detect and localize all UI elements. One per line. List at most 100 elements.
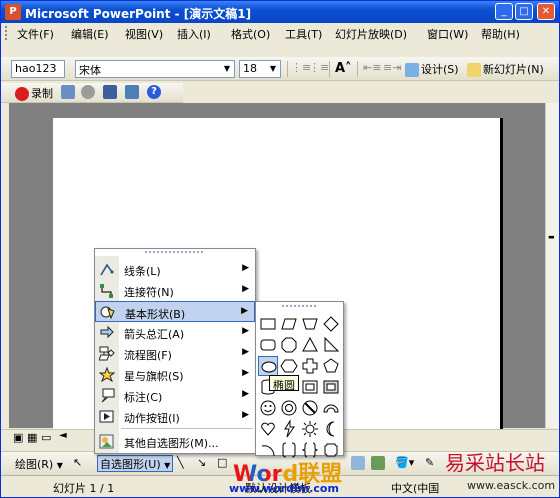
toolbar-separator (329, 61, 330, 77)
insert-image-icon[interactable] (371, 456, 387, 472)
help-icon[interactable]: ? (147, 85, 163, 101)
font-size-combo[interactable]: 18 ▼ (239, 60, 281, 78)
oval-shape-icon[interactable] (258, 356, 278, 376)
autoshapes-label: 自选图形(U) (100, 458, 161, 471)
draw-menu-button[interactable]: 绘图(R) ▼ (15, 456, 63, 472)
design-button[interactable]: 设计(S) (405, 61, 459, 77)
menu-item-lines[interactable]: 线条(L) ▶ (95, 259, 255, 280)
pentagon-shape-icon[interactable] (321, 356, 341, 376)
heart-shape-icon[interactable] (258, 419, 278, 439)
chevron-down-icon[interactable]: ▼ (267, 62, 279, 76)
menu-item-label: 标注(C) (124, 391, 163, 404)
new-slide-icon (467, 63, 481, 77)
menu-item-label: 箭头总汇(A) (124, 328, 185, 341)
menu-format[interactable]: 格式(O) (231, 26, 270, 42)
slide-screen-icon[interactable] (103, 85, 119, 101)
bullets-icon[interactable]: ⋮≡ (309, 61, 329, 77)
slide-sorter-icon[interactable]: ▦ (27, 431, 37, 444)
menubar-grip[interactable] (5, 26, 8, 40)
edit-photo-icon[interactable] (125, 85, 141, 101)
menu-item-label: 星与旗帜(S) (124, 370, 184, 383)
cross-shape-icon[interactable] (300, 356, 320, 376)
minimize-button[interactable]: _ (495, 3, 513, 20)
menu-item-block-arrows[interactable]: 箭头总汇(A) ▶ (95, 322, 255, 343)
menu-item-connectors[interactable]: 连接符(N) ▶ (95, 280, 255, 301)
menu-item-basic-shapes[interactable]: 基本形状(B) ▶ (95, 301, 255, 322)
scroll-thumb[interactable]: ▬ (548, 233, 557, 242)
block-arrows-icon (100, 325, 114, 339)
menu-tools[interactable]: 工具(T) (285, 26, 322, 42)
menu-item-label: 线条(L) (124, 265, 161, 278)
chevron-down-icon[interactable]: ▼ (221, 62, 233, 76)
diamond-shape-icon[interactable] (321, 314, 341, 334)
menu-edit[interactable]: 编辑(E) (71, 26, 109, 42)
block-arc-shape-icon[interactable] (321, 398, 341, 418)
language-indicator: 中文(中国 (391, 482, 440, 495)
moon-shape-icon[interactable] (321, 419, 341, 439)
bevel-shape-icon[interactable] (321, 377, 341, 397)
no-symbol-shape-icon[interactable] (300, 398, 320, 418)
menu-item-flowchart[interactable]: 流程图(F) ▶ (95, 343, 255, 364)
select-objects-icon[interactable]: ↖ (73, 456, 82, 472)
menu-insert[interactable]: 插入(I) (177, 26, 211, 42)
menu-item-stars-banners[interactable]: 星与旗帜(S) ▶ (95, 364, 255, 385)
style-combo[interactable]: hao123 (11, 60, 65, 78)
right-triangle-shape-icon[interactable] (321, 335, 341, 355)
fill-color-icon[interactable]: 🪣▾ (395, 456, 414, 472)
title-bar: P Microsoft PowerPoint - [演示文稿1] _ □ ✕ (1, 1, 559, 23)
rectangle-tool-icon[interactable]: □ (217, 456, 227, 472)
parallelogram-shape-icon[interactable] (279, 314, 299, 334)
hexagon-shape-icon[interactable] (279, 356, 299, 376)
frame-shape-icon[interactable] (300, 377, 320, 397)
trapezoid-shape-icon[interactable] (300, 314, 320, 334)
scroll-left-icon[interactable]: ◄ (59, 430, 67, 441)
line-color-icon[interactable]: ✎ (425, 456, 434, 472)
menu-view[interactable]: 视图(V) (125, 26, 163, 42)
menu-drag-handle[interactable] (95, 249, 255, 256)
close-button[interactable]: ✕ (537, 3, 555, 20)
menu-slideshow[interactable]: 幻灯片放映(D) (335, 26, 407, 42)
rectangle-shape-icon[interactable] (258, 314, 278, 334)
submenu-arrow-icon: ▶ (241, 306, 248, 316)
normal-view-icon[interactable]: ▣ (13, 431, 23, 444)
insert-picture-icon[interactable] (351, 456, 367, 472)
font-size-value: 18 (243, 62, 257, 75)
menu-item-action-buttons[interactable]: 动作按钮(I) ▶ (95, 406, 255, 427)
lightning-bolt-shape-icon[interactable] (279, 419, 299, 439)
menu-item-label: 基本形状(B) (125, 308, 186, 321)
vertical-scrollbar[interactable]: ▬ (545, 103, 559, 428)
slide-counter: 幻灯片 1 / 1 (53, 482, 115, 495)
menu-help[interactable]: 帮助(H) (481, 26, 520, 42)
menu-file[interactable]: 文件(F) (17, 26, 54, 42)
menu-item-more-autoshapes[interactable]: 其他自选图形(M)... (95, 431, 255, 452)
new-slide-button[interactable]: 新幻灯片(N) (467, 61, 544, 77)
decrease-indent-icon[interactable]: ⇤≡ (363, 61, 381, 77)
slideshow-view-icon[interactable]: ▭ (41, 431, 51, 444)
line-tool-icon[interactable]: ╲ (177, 456, 184, 472)
menu-divider (121, 428, 253, 429)
increase-font-icon[interactable]: A˄ (335, 61, 352, 77)
macro-security-icon[interactable] (61, 85, 77, 101)
powerpoint-app-icon[interactable]: P (5, 4, 21, 20)
arrow-tool-icon[interactable]: ↘ (197, 456, 206, 472)
record-button[interactable]: 录制 (15, 85, 53, 101)
connector-icon (100, 284, 113, 298)
increase-indent-icon[interactable]: ≡⇥ (383, 61, 401, 77)
triangle-shape-icon[interactable] (300, 335, 320, 355)
menu-window[interactable]: 窗口(W) (427, 26, 468, 42)
menu-item-label: 动作按钮(I) (124, 412, 180, 425)
palette-drag-handle[interactable] (256, 302, 343, 310)
octagon-shape-icon[interactable] (279, 335, 299, 355)
toolbar-separator (357, 61, 358, 77)
donut-shape-icon[interactable] (279, 398, 299, 418)
menu-item-label: 连接符(N) (124, 286, 174, 299)
autoshapes-button[interactable]: 自选图形(U) ▼ (97, 455, 174, 472)
draw-label: 绘图(R) (15, 458, 54, 471)
rounded-rectangle-shape-icon[interactable] (258, 335, 278, 355)
sun-shape-icon[interactable] (300, 419, 320, 439)
menu-item-callouts[interactable]: 标注(C) ▶ (95, 385, 255, 406)
maximize-button[interactable]: □ (515, 3, 533, 20)
smiley-face-shape-icon[interactable] (258, 398, 278, 418)
web-discussion-icon[interactable] (81, 85, 97, 101)
font-name-combo[interactable]: 宋体 ▼ (75, 60, 235, 78)
